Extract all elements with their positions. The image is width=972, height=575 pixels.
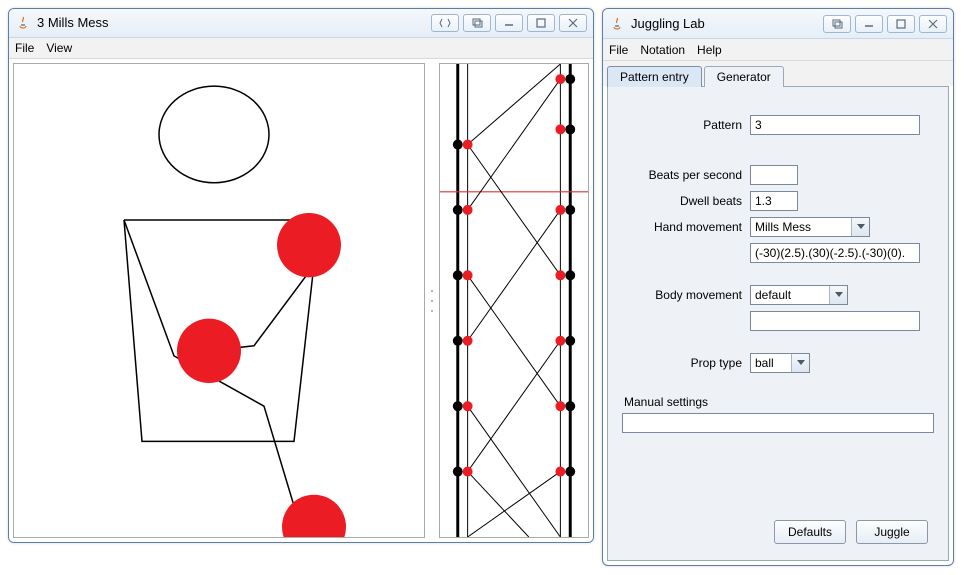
menubar: File Notation Help <box>603 39 953 61</box>
content-area <box>9 59 593 542</box>
bps-label: Beats per second <box>622 168 742 182</box>
chevron-down-icon <box>851 218 869 236</box>
pattern-entry-panel: Pattern Beats per second Dwell beats Han… <box>607 86 949 561</box>
restore-overlap-icon[interactable] <box>823 15 851 33</box>
button-bar: Defaults Juggle <box>622 510 934 550</box>
close-button[interactable] <box>559 14 587 32</box>
menubar: File View <box>9 38 593 59</box>
juggler-visualization <box>13 63 425 538</box>
menu-notation[interactable]: Notation <box>640 43 685 57</box>
juggle-button[interactable]: Juggle <box>856 520 928 544</box>
tab-pattern-entry[interactable]: Pattern entry <box>607 66 702 87</box>
prop-label: Prop type <box>622 356 742 370</box>
chevron-down-icon <box>791 354 809 372</box>
tab-generator[interactable]: Generator <box>704 66 784 87</box>
window-controls <box>431 14 587 32</box>
window-title: Juggling Lab <box>631 16 823 31</box>
dwell-input[interactable] <box>750 191 798 211</box>
pattern-input[interactable] <box>750 115 920 135</box>
pattern-label: Pattern <box>622 118 742 132</box>
minimize-button[interactable] <box>855 15 883 33</box>
titlebar[interactable]: 3 Mills Mess <box>9 9 593 38</box>
close-button[interactable] <box>919 15 947 33</box>
defaults-button[interactable]: Defaults <box>774 520 846 544</box>
split-left-right-icon[interactable] <box>431 14 459 32</box>
maximize-button[interactable] <box>887 15 915 33</box>
menu-help[interactable]: Help <box>697 43 722 57</box>
tab-bar: Pattern entry Generator <box>603 61 953 86</box>
titlebar[interactable]: Juggling Lab <box>603 9 953 39</box>
prop-value: ball <box>751 356 791 370</box>
window-title: 3 Mills Mess <box>37 15 431 30</box>
bodymove-select[interactable]: default <box>750 285 848 305</box>
restore-overlap-icon[interactable] <box>463 14 491 32</box>
menu-file[interactable]: File <box>609 43 628 57</box>
chevron-down-icon <box>829 286 847 304</box>
java-icon <box>15 15 31 31</box>
ladder-diagram <box>439 63 589 538</box>
java-icon <box>609 16 625 32</box>
prop-select[interactable]: ball <box>750 353 810 373</box>
handmove-select[interactable]: Mills Mess <box>750 217 870 237</box>
handmove-string-input[interactable] <box>750 243 920 263</box>
splitter-handle[interactable] <box>429 63 435 538</box>
juggling-lab-window: Juggling Lab File Notation Help Pattern … <box>602 8 954 566</box>
manual-settings-input[interactable] <box>622 413 934 433</box>
bps-input[interactable] <box>750 165 798 185</box>
maximize-button[interactable] <box>527 14 555 32</box>
bodymove-label: Body movement <box>622 288 742 302</box>
menu-file[interactable]: File <box>15 41 34 55</box>
bodymove-value: default <box>751 288 829 302</box>
pattern-form: Pattern Beats per second Dwell beats Han… <box>622 115 934 373</box>
handmove-value: Mills Mess <box>751 220 851 234</box>
bodymove-string-input[interactable] <box>750 311 920 331</box>
window-controls <box>823 15 947 33</box>
minimize-button[interactable] <box>495 14 523 32</box>
manual-settings-label: Manual settings <box>622 395 934 409</box>
mills-mess-window: 3 Mills Mess File View <box>8 8 594 543</box>
dwell-label: Dwell beats <box>622 194 742 208</box>
handmove-label: Hand movement <box>622 220 742 234</box>
menu-view[interactable]: View <box>46 41 72 55</box>
